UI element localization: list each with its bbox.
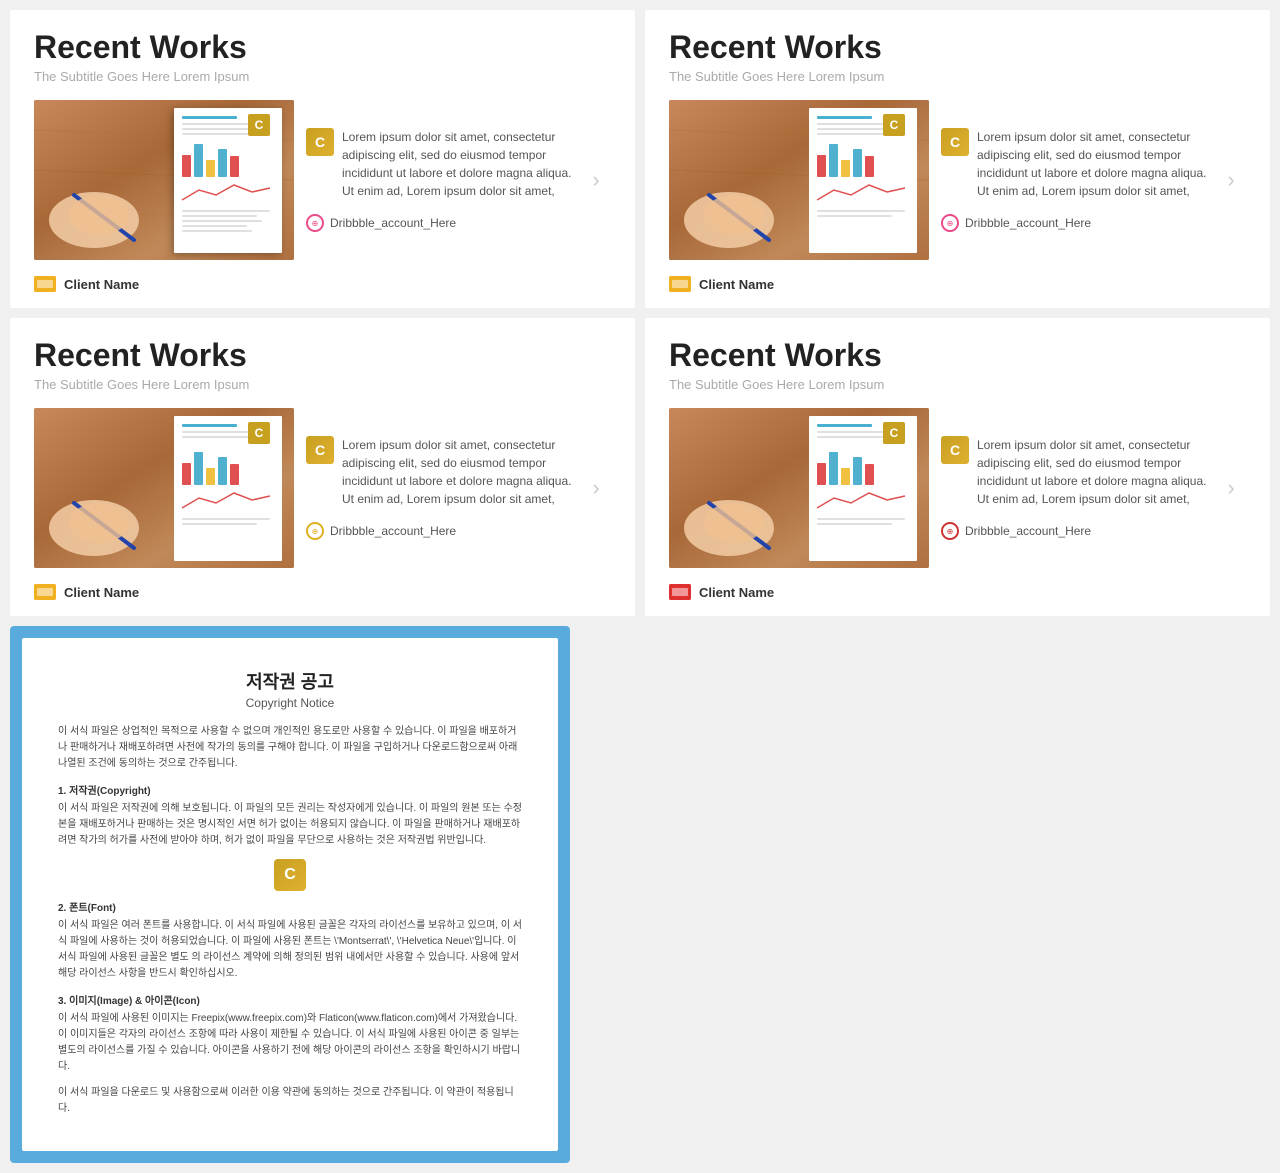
copyright-title-english: Copyright Notice bbox=[58, 696, 522, 710]
copyright-section-2-title: 2. 폰트(Font) bbox=[58, 899, 522, 914]
card-3: Recent Works The Subtitle Goes Here Lore… bbox=[10, 318, 635, 616]
card-4-next-button[interactable]: › bbox=[1216, 473, 1246, 503]
card-4-client-name: Client Name bbox=[699, 585, 774, 600]
card-2-image: C bbox=[669, 100, 929, 260]
card-2-dribbble-label: Dribbble_account_Here bbox=[965, 216, 1091, 230]
card-2-logo: C bbox=[941, 128, 969, 156]
card-3-content: C C Lorem ipsum dolor sit amet, consecte… bbox=[34, 408, 611, 568]
card-4-title: Recent Works bbox=[669, 338, 1246, 373]
card-3-footer: Client Name bbox=[34, 580, 611, 600]
card-4: Recent Works The Subtitle Goes Here Lore… bbox=[645, 318, 1270, 616]
card-1-client-name: Client Name bbox=[64, 277, 139, 292]
card-2-footer: Client Name bbox=[669, 272, 1246, 292]
card-4-image: C bbox=[669, 408, 929, 568]
card-4-subtitle: The Subtitle Goes Here Lorem Ipsum bbox=[669, 377, 1246, 392]
dribbble-icon-1: ⊕ bbox=[306, 214, 324, 232]
dribbble-icon-2: ⊕ bbox=[941, 214, 959, 232]
copyright-document: 저작권 공고 Copyright Notice 이 서식 파일은 상업적인 목적… bbox=[22, 638, 558, 1151]
card-2-client-icon bbox=[669, 276, 691, 292]
card-1-dribbble[interactable]: ⊕ Dribbble_account_Here bbox=[306, 214, 581, 232]
card-2-client-name: Client Name bbox=[699, 277, 774, 292]
card-2: Recent Works The Subtitle Goes Here Lore… bbox=[645, 10, 1270, 308]
card-1-title: Recent Works bbox=[34, 30, 611, 65]
card-4-body: Lorem ipsum dolor sit amet, consectetur … bbox=[977, 436, 1216, 508]
svg-text:C: C bbox=[890, 426, 899, 440]
copyright-section-2: 2. 폰트(Font) 이 서식 파일은 여러 폰트를 사용합니다. 이 서식 … bbox=[58, 899, 522, 982]
card-4-content: C C Lorem ipsum dolor sit amet, consecte… bbox=[669, 408, 1246, 568]
dribbble-icon-4: ⊕ bbox=[941, 522, 959, 540]
copyright-section-2-text: 이 서식 파일은 여러 폰트를 사용합니다. 이 서식 파일에 사용된 글꼴은 … bbox=[58, 918, 522, 982]
card-4-logo: C bbox=[941, 436, 969, 464]
card-1-footer: Client Name bbox=[34, 272, 611, 292]
copyright-logo: C bbox=[58, 859, 522, 891]
card-3-dribbble-label: Dribbble_account_Here bbox=[330, 524, 456, 538]
card-3-image: C bbox=[34, 408, 294, 568]
card-3-body: Lorem ipsum dolor sit amet, consectetur … bbox=[342, 436, 581, 508]
card-3-next-button[interactable]: › bbox=[581, 473, 611, 503]
copyright-section-1-text: 이 서식 파일은 저작권에 의해 보호됩니다. 이 파일의 모든 권리는 작성자… bbox=[58, 801, 522, 849]
card-1: Recent Works The Subtitle Goes Here Lore… bbox=[10, 10, 635, 308]
card-4-footer: Client Name bbox=[669, 580, 1246, 600]
card-2-title: Recent Works bbox=[669, 30, 1246, 65]
copyright-section-3-text: 이 서식 파일에 사용된 이미지는 Freepix(www.freepix.co… bbox=[58, 1011, 522, 1075]
card-3-client-name: Client Name bbox=[64, 585, 139, 600]
card-2-dribbble[interactable]: ⊕ Dribbble_account_Here bbox=[941, 214, 1216, 232]
card-3-logo: C bbox=[306, 436, 334, 464]
copyright-title-korean: 저작권 공고 bbox=[58, 668, 522, 694]
card-1-next-button[interactable]: › bbox=[581, 165, 611, 195]
copyright-section-3: 3. 이미지(Image) & 아이콘(Icon) 이 서식 파일에 사용된 이… bbox=[58, 992, 522, 1075]
card-3-title: Recent Works bbox=[34, 338, 611, 373]
svg-text:C: C bbox=[890, 118, 899, 132]
top-grid: Recent Works The Subtitle Goes Here Lore… bbox=[10, 10, 1270, 308]
card-1-subtitle: The Subtitle Goes Here Lorem Ipsum bbox=[34, 69, 611, 84]
dribbble-icon-3: ⊕ bbox=[306, 522, 324, 540]
card-2-next-button[interactable]: › bbox=[1216, 165, 1246, 195]
card-1-content: C C Lorem ipsum dolor sit amet, consecte… bbox=[34, 100, 611, 260]
copyright-footer: 이 서식 파일을 다운로드 및 사용함으로써 이러한 이용 약관에 동의하는 것… bbox=[58, 1085, 522, 1117]
card-2-body: Lorem ipsum dolor sit amet, consectetur … bbox=[977, 128, 1216, 200]
svg-text:C: C bbox=[255, 118, 264, 132]
card-2-content: C C Lorem ipsum dolor sit amet, consecte… bbox=[669, 100, 1246, 260]
card-4-dribbble[interactable]: ⊕ Dribbble_account_Here bbox=[941, 522, 1216, 540]
bottom-row: 저작권 공고 Copyright Notice 이 서식 파일은 상업적인 목적… bbox=[10, 626, 1270, 1163]
card-3-subtitle: The Subtitle Goes Here Lorem Ipsum bbox=[34, 377, 611, 392]
bottom-grid: Recent Works The Subtitle Goes Here Lore… bbox=[10, 318, 1270, 616]
card-1-body: Lorem ipsum dolor sit amet, consectetur … bbox=[342, 128, 581, 200]
card-1-logo: C bbox=[306, 128, 334, 156]
card-2-subtitle: The Subtitle Goes Here Lorem Ipsum bbox=[669, 69, 1246, 84]
copyright-logo-c: C bbox=[274, 859, 306, 891]
card-1-image: C bbox=[34, 100, 294, 260]
copyright-section-1: 1. 저작권(Copyright) 이 서식 파일은 저작권에 의해 보호됩니다… bbox=[58, 782, 522, 849]
card-4-dribbble-label: Dribbble_account_Here bbox=[965, 524, 1091, 538]
copyright-wrapper: 저작권 공고 Copyright Notice 이 서식 파일은 상업적인 목적… bbox=[10, 626, 570, 1163]
card-3-dribbble[interactable]: ⊕ Dribbble_account_Here bbox=[306, 522, 581, 540]
card-1-dribbble-label: Dribbble_account_Here bbox=[330, 216, 456, 230]
svg-text:C: C bbox=[255, 426, 264, 440]
copyright-section-1-title: 1. 저작권(Copyright) bbox=[58, 782, 522, 797]
empty-right-area bbox=[580, 626, 1270, 1163]
copyright-intro: 이 서식 파일은 상업적인 목적으로 사용할 수 없으며 개인적인 용도로만 사… bbox=[58, 724, 522, 772]
copyright-section-3-title: 3. 이미지(Image) & 아이콘(Icon) bbox=[58, 992, 522, 1007]
card-4-client-icon bbox=[669, 584, 691, 600]
card-3-client-icon bbox=[34, 584, 56, 600]
card-1-client-icon bbox=[34, 276, 56, 292]
